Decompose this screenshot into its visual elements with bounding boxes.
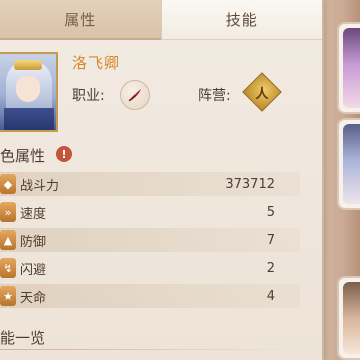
section-divider <box>0 349 300 350</box>
attribute-label: 闪避 <box>20 262 47 278</box>
fate-icon: ★ <box>0 286 16 306</box>
attribute-row-speed: » 速度 5 <box>0 200 300 224</box>
character-info-panel: 属性 技能 洛飞卿 职业: 阵营: 人 色属性 ! ◆ 战斗力 373712 »… <box>0 0 324 360</box>
feather-icon[interactable] <box>120 80 150 110</box>
side-card-1[interactable] <box>337 22 360 114</box>
side-card-3[interactable] <box>337 276 360 360</box>
attribute-value: 373712 <box>225 176 275 192</box>
attribute-row-defense: ▲ 防御 7 <box>0 228 300 252</box>
attribute-label: 速度 <box>20 206 47 222</box>
info-icon[interactable]: ! <box>56 146 72 162</box>
attributes-section-title: 色属性 <box>0 147 46 165</box>
tab-skills[interactable]: 技能 <box>160 0 322 40</box>
attribute-label: 防御 <box>20 234 47 250</box>
tab-attributes[interactable]: 属性 <box>0 0 161 40</box>
attribute-value: 5 <box>266 204 275 220</box>
skills-section-title: 能一览 <box>0 329 46 347</box>
defense-icon: ▲ <box>0 230 16 250</box>
speed-icon: » <box>0 202 16 222</box>
attribute-row-dodge: ↯ 闪避 2 <box>0 256 300 280</box>
attribute-value: 7 <box>266 232 275 248</box>
attribute-value: 4 <box>266 288 275 304</box>
power-icon: ◆ <box>0 174 16 194</box>
attribute-label: 天命 <box>20 290 47 306</box>
side-card-2[interactable] <box>337 118 360 210</box>
attribute-value: 2 <box>266 260 275 276</box>
dodge-icon: ↯ <box>0 258 16 278</box>
attribute-label: 战斗力 <box>20 178 60 194</box>
tab-bar: 属性 技能 <box>0 0 322 40</box>
character-portrait[interactable] <box>0 52 58 132</box>
character-name: 洛飞卿 <box>72 54 121 72</box>
job-label: 职业: <box>72 88 105 104</box>
camp-label: 阵营: <box>198 88 231 104</box>
attribute-row-power: ◆ 战斗力 373712 <box>0 172 300 196</box>
camp-glyph: 人 <box>255 86 269 102</box>
attribute-row-fate: ★ 天命 4 <box>0 284 300 308</box>
